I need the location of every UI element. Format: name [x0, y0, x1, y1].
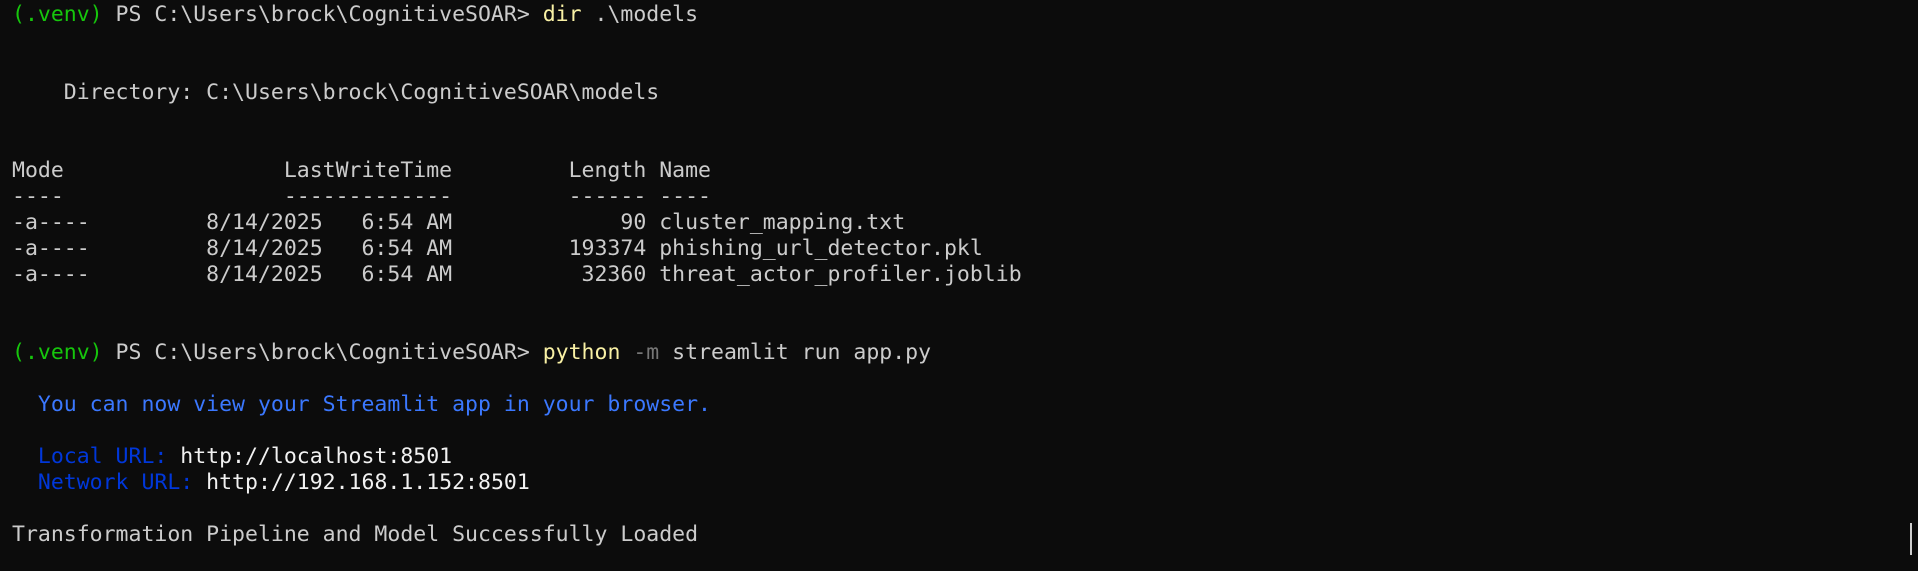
- command-args: streamlit run app.py: [659, 340, 932, 365]
- table-row: -a---- 8/14/2025 6:54 AM 90 cluster_mapp…: [12, 210, 906, 235]
- network-url-link[interactable]: http://192.168.1.152:8501: [206, 470, 530, 495]
- command-args: .\models: [581, 2, 699, 27]
- network-url-label: Network URL:: [12, 470, 207, 495]
- command-name: dir: [542, 2, 582, 27]
- streamlit-info-line: You can now view your Streamlit app in y…: [12, 392, 711, 417]
- table-row: -a---- 8/14/2025 6:54 AM 32360 threat_ac…: [12, 262, 1022, 287]
- local-url-label: Local URL:: [12, 444, 181, 469]
- run-command-line: (.venv) PS C:\Users\brock\CognitiveSOAR>…: [12, 340, 931, 366]
- table-header: Mode LastWriteTime Length Name: [12, 158, 711, 183]
- venv-indicator: (.venv): [12, 340, 103, 365]
- command-name: python: [542, 340, 621, 365]
- table-row: -a---- 8/14/2025 6:54 AM 193374 phishing…: [12, 236, 983, 261]
- prompt-path: PS C:\Users\brock\CognitiveSOAR>: [102, 340, 543, 365]
- venv-indicator: (.venv): [12, 2, 103, 27]
- network-url-line: Network URL: http://192.168.1.152:8501: [12, 470, 530, 496]
- command-flag: -m: [620, 340, 660, 365]
- scrollbar-thumb[interactable]: [1910, 523, 1912, 555]
- status-message: Transformation Pipeline and Model Succes…: [12, 522, 699, 547]
- terminal-window[interactable]: (.venv) PS C:\Users\brock\CognitiveSOAR>…: [0, 0, 1918, 571]
- table-separator: ---- ------------- ------ ----: [12, 184, 711, 209]
- directory-line: Directory: C:\Users\brock\CognitiveSOAR\…: [12, 80, 660, 105]
- dir-command-line: (.venv) PS C:\Users\brock\CognitiveSOAR>…: [12, 2, 698, 28]
- prompt-path: PS C:\Users\brock\CognitiveSOAR>: [102, 2, 543, 27]
- local-url-line: Local URL: http://localhost:8501: [12, 444, 452, 470]
- local-url-link[interactable]: http://localhost:8501: [180, 444, 452, 469]
